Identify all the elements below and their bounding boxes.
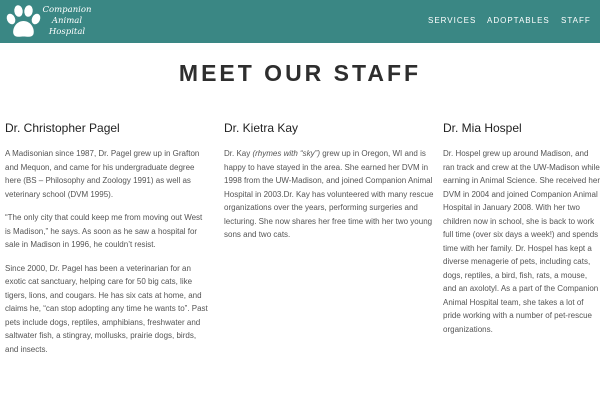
staff-card-hospel: Dr. Mia Hospel Dr. Hospel grew up around…: [443, 121, 600, 346]
logo-text: Companion Animal Hospital: [42, 5, 92, 38]
logo-line-hospital: Hospital: [48, 27, 86, 37]
nav-staff[interactable]: STAFF: [561, 16, 591, 25]
page-title: MEET OUR STAFF: [178, 60, 422, 86]
logo-line-animal: Animal: [51, 16, 83, 26]
staff-card-pagel: Dr. Christopher Pagel A Madisonian since…: [5, 121, 210, 366]
staff-name: Dr. Christopher Pagel: [5, 121, 120, 135]
nav-adoptables[interactable]: ADOPTABLES: [487, 16, 550, 25]
staff-bio-paragraph: Dr. Kay (rhymes with “sky”) grew up in O…: [224, 147, 444, 242]
site-header: Companion Animal Hospital SERVICES ADOPT…: [0, 0, 600, 43]
hospital-logo[interactable]: Companion Animal Hospital: [4, 2, 91, 42]
paw-print-icon: [6, 5, 41, 37]
staff-name: Dr. Kietra Kay: [224, 121, 299, 135]
bio-text: grew up in Oregon, WI and is happy to ha…: [224, 149, 434, 239]
staff-bio-paragraph: “The only city that could keep me from m…: [5, 213, 203, 249]
staff-bio-paragraph: Since 2000, Dr. Pagel has been a veterin…: [5, 263, 208, 354]
staff-name: Dr. Mia Hospel: [443, 121, 522, 135]
nav-services[interactable]: SERVICES: [428, 16, 476, 25]
staff-bio-paragraph: A Madisonian since 1987, Dr. Pagel grew …: [5, 149, 200, 199]
logo-line-companion: Companion: [42, 5, 92, 15]
bio-text: Dr. Kay: [224, 149, 253, 158]
staff-bio-paragraph: Dr. Hospel grew up around Madison, and r…: [443, 149, 600, 334]
pronunciation-note: (rhymes with “sky”): [252, 149, 321, 158]
staff-card-kay: Dr. Kietra Kay Dr. Kay (rhymes with “sky…: [224, 121, 444, 252]
